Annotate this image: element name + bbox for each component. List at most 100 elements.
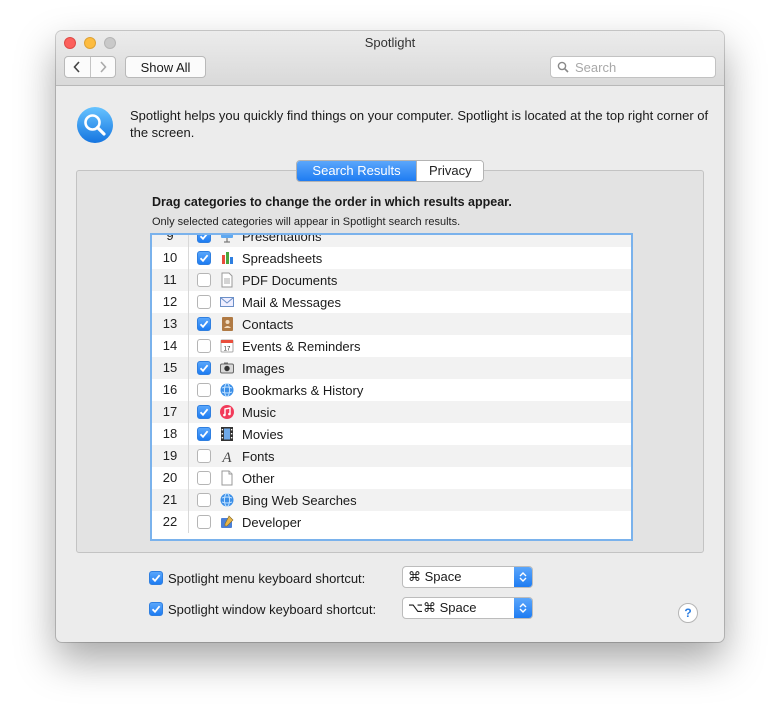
- category-row[interactable]: 21 Bing Web Searches: [152, 489, 631, 511]
- search-results-panel: Drag categories to change the order in w…: [76, 170, 704, 553]
- category-order-number: 17: [152, 401, 189, 423]
- svg-text:A: A: [221, 450, 232, 464]
- category-row[interactable]: 14 17 Events & Reminders: [152, 335, 631, 357]
- tab-privacy[interactable]: Privacy: [416, 161, 483, 181]
- category-label: Other: [242, 470, 275, 486]
- checkmark-icon: [199, 408, 209, 417]
- category-label: Bookmarks & History: [242, 382, 364, 398]
- category-label: Movies: [242, 426, 284, 442]
- category-order-number: 20: [152, 467, 189, 489]
- checkmark-icon: [199, 430, 209, 439]
- category-row[interactable]: 10 Spreadsheets: [152, 247, 631, 269]
- category-label: PDF Documents: [242, 272, 338, 288]
- search-field[interactable]: [550, 56, 716, 78]
- category-row[interactable]: 15 Images: [152, 357, 631, 379]
- category-checkbox[interactable]: [197, 317, 211, 331]
- category-checkbox[interactable]: [197, 361, 211, 375]
- search-input[interactable]: [573, 58, 703, 76]
- checkmark-icon: [151, 605, 161, 614]
- camera-icon: [219, 360, 235, 376]
- tab-search-results[interactable]: Search Results: [297, 161, 416, 181]
- help-button[interactable]: ?: [678, 603, 698, 623]
- category-row[interactable]: 13 Contacts: [152, 313, 631, 335]
- chevron-right-icon: [100, 61, 107, 73]
- category-row[interactable]: 16 Bookmarks & History: [152, 379, 631, 401]
- window-title: Spotlight: [364, 35, 416, 50]
- popup-arrows-icon: [514, 567, 532, 587]
- navigation-buttons: [64, 56, 116, 78]
- category-list[interactable]: 9 Presentations 10 Spreadsheets 11 PDF Docume…: [150, 233, 633, 541]
- film-icon: [219, 426, 235, 442]
- category-row[interactable]: 11 PDF Documents: [152, 269, 631, 291]
- category-checkbox[interactable]: [197, 515, 211, 529]
- window-shortcut-value: ⌥⌘ Space: [408, 600, 477, 615]
- category-checkbox[interactable]: [197, 273, 211, 287]
- checkmark-icon: [151, 574, 161, 583]
- category-label: Events & Reminders: [242, 338, 361, 354]
- category-row[interactable]: 17 Music: [152, 401, 631, 423]
- category-label: Music: [242, 404, 276, 420]
- spotlight-app-icon: [77, 107, 113, 143]
- category-label: Images: [242, 360, 285, 376]
- category-row[interactable]: 20 Other: [152, 467, 631, 489]
- popup-arrows-icon: [514, 598, 532, 618]
- menu-shortcut-row: Spotlight menu keyboard shortcut:: [149, 567, 365, 589]
- category-label: Developer: [242, 514, 302, 530]
- checkmark-icon: [199, 320, 209, 329]
- category-checkbox[interactable]: [197, 449, 211, 463]
- category-label: Spreadsheets: [242, 250, 323, 266]
- category-order-number: 15: [152, 357, 189, 379]
- globe-icon: [219, 382, 235, 398]
- category-order-number: 19: [152, 445, 189, 467]
- menu-shortcut-popup[interactable]: ⌘ Space: [402, 566, 533, 588]
- category-checkbox[interactable]: [197, 339, 211, 353]
- forward-button[interactable]: [89, 57, 116, 77]
- category-row[interactable]: 9 Presentations: [152, 233, 631, 247]
- window-shortcut-label: Spotlight window keyboard shortcut:: [168, 601, 377, 617]
- globe-icon: [219, 492, 235, 508]
- category-checkbox[interactable]: [197, 295, 211, 309]
- developer-icon: [219, 514, 235, 530]
- category-label: Mail & Messages: [242, 294, 341, 310]
- category-checkbox[interactable]: [197, 471, 211, 485]
- category-checkbox[interactable]: [197, 383, 211, 397]
- window-shortcut-popup[interactable]: ⌥⌘ Space: [402, 597, 533, 619]
- category-checkbox[interactable]: [197, 235, 211, 243]
- category-order-number: 18: [152, 423, 189, 445]
- menu-shortcut-label: Spotlight menu keyboard shortcut:: [168, 570, 366, 586]
- category-checkbox[interactable]: [197, 493, 211, 507]
- font-icon: A: [219, 448, 235, 464]
- mail-icon: [219, 294, 235, 310]
- category-label: Bing Web Searches: [242, 492, 357, 508]
- category-checkbox[interactable]: [197, 405, 211, 419]
- show-all-button[interactable]: Show All: [125, 56, 206, 78]
- category-row[interactable]: 19 A Fonts: [152, 445, 631, 467]
- category-order-number: 13: [152, 313, 189, 335]
- titlebar: Spotlight Show All: [56, 31, 724, 86]
- tab-bar: Search Results Privacy: [296, 160, 484, 182]
- category-order-number: 12: [152, 291, 189, 313]
- category-order-number: 10: [152, 247, 189, 269]
- category-row[interactable]: 18 Movies: [152, 423, 631, 445]
- pdf-document-icon: [219, 272, 235, 288]
- category-row[interactable]: 22 Developer: [152, 511, 631, 533]
- window-shortcut-row: Spotlight window keyboard shortcut:: [149, 598, 376, 620]
- category-row[interactable]: 12 Mail & Messages: [152, 291, 631, 313]
- category-order-number: 16: [152, 379, 189, 401]
- window-shortcut-checkbox[interactable]: [149, 602, 163, 616]
- back-button[interactable]: [65, 57, 90, 77]
- category-order-number: 21: [152, 489, 189, 511]
- chevron-left-icon: [73, 61, 80, 73]
- checkmark-icon: [199, 254, 209, 263]
- category-checkbox[interactable]: [197, 427, 211, 441]
- category-label: Presentations: [242, 233, 322, 244]
- contacts-icon: [219, 316, 235, 332]
- category-order-number: 9: [152, 235, 189, 247]
- svg-text:17: 17: [224, 347, 231, 353]
- menu-shortcut-checkbox[interactable]: [149, 571, 163, 585]
- category-label: Fonts: [242, 448, 275, 464]
- category-order-number: 14: [152, 335, 189, 357]
- calendar-icon: 17: [219, 338, 235, 354]
- category-checkbox[interactable]: [197, 251, 211, 265]
- menu-shortcut-value: ⌘ Space: [408, 569, 462, 584]
